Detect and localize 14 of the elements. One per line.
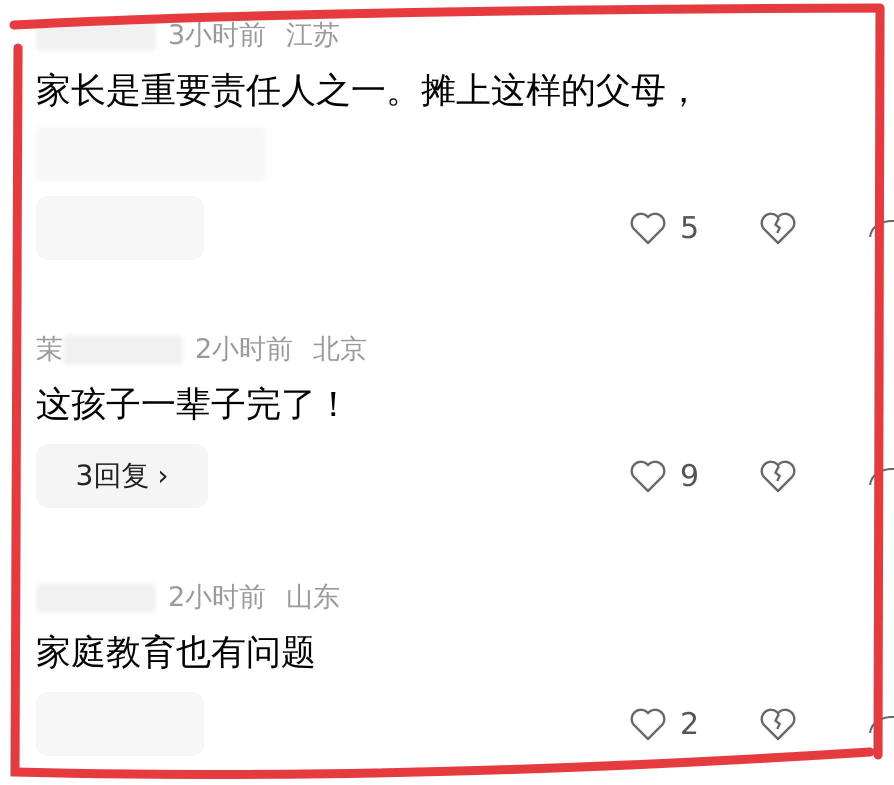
comment-text: 这孩子一辈子完了！ [36, 384, 352, 427]
comment-location: 江苏 [286, 18, 340, 53]
like-count: 9 [680, 458, 700, 496]
comment-location: 北京 [313, 332, 368, 367]
like-count: 5 [680, 210, 700, 248]
comment-text: 家庭教育也有问题 [36, 632, 317, 675]
comment-location: 山东 [286, 580, 340, 615]
comment-time: 3小时前 [168, 18, 266, 53]
like-count: 2 [680, 706, 700, 744]
comment-time: 2小时前 [195, 332, 294, 367]
username: 茉 [36, 332, 63, 367]
comment-text: 家长是重要责任人之一。摊上这样的父母， [36, 70, 702, 113]
replies-button[interactable]: 3回复 › [36, 444, 208, 508]
comment-time: 2小时前 [168, 580, 266, 615]
